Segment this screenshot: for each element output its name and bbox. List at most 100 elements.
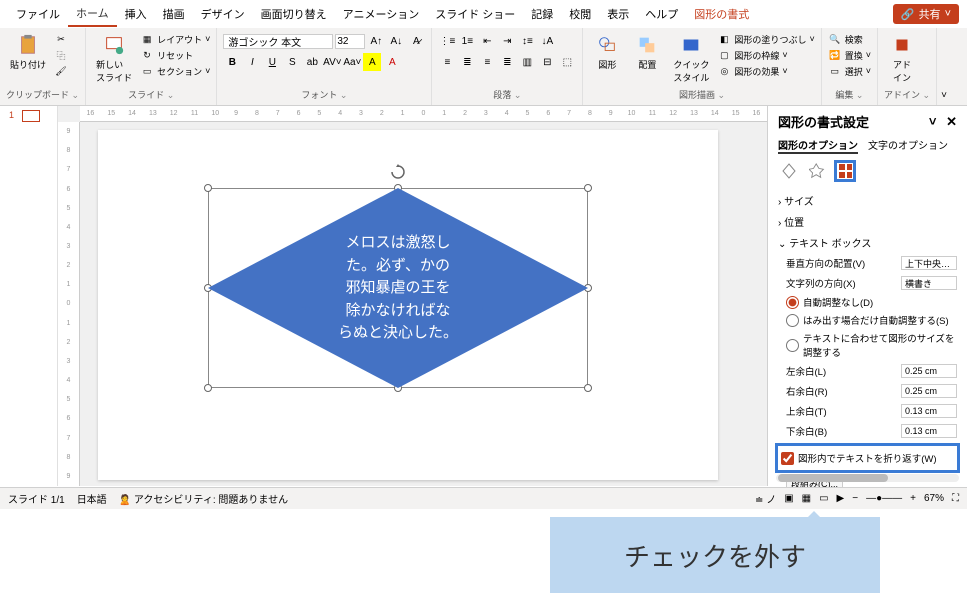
new-slide-button[interactable]: 新しい スライド	[92, 32, 136, 86]
bullets-button[interactable]: ⋮≡	[438, 32, 456, 50]
view-slideshow-button[interactable]: ▶	[837, 493, 845, 504]
italic-button[interactable]: I	[243, 53, 261, 71]
effects-icon[interactable]	[806, 160, 828, 182]
tab-draw[interactable]: 描画	[155, 2, 193, 26]
zoom-out-button[interactable]: −	[852, 493, 858, 504]
replace-button[interactable]: 🔁置換 ˅	[828, 48, 871, 62]
find-button[interactable]: 🔍検索	[828, 32, 871, 46]
autofit-shrink-radio[interactable]	[786, 314, 799, 327]
section-position[interactable]: 位置	[778, 211, 957, 232]
valign-select[interactable]	[901, 256, 957, 270]
textdir-select[interactable]	[901, 276, 957, 290]
tab-home[interactable]: ホーム	[68, 1, 117, 27]
size-props-icon[interactable]	[834, 160, 856, 182]
slide-thumbnail-1[interactable]: 1	[22, 110, 40, 122]
tab-animation[interactable]: アニメーション	[335, 2, 428, 26]
select-icon: ▭	[828, 64, 842, 78]
section-button[interactable]: ▭セクション ˅	[140, 64, 210, 78]
clear-format-button[interactable]: A̷	[407, 32, 425, 50]
align-text-button[interactable]: ⊟	[538, 53, 556, 71]
pane-dropdown-button[interactable]: ˅	[929, 114, 937, 129]
zoom-in-button[interactable]: +	[910, 493, 916, 504]
indent-inc-button[interactable]: ⇥	[498, 32, 516, 50]
paste-button[interactable]: 貼り付け	[6, 32, 50, 73]
columns-button[interactable]: ▥	[518, 53, 536, 71]
align-left-button[interactable]: ≡	[438, 53, 456, 71]
rotate-handle[interactable]	[390, 164, 406, 180]
section-textbox[interactable]: テキスト ボックス	[778, 232, 957, 253]
spacing-button[interactable]: AV˅	[323, 53, 341, 71]
bold-button[interactable]: B	[223, 53, 241, 71]
shadow-button[interactable]: ab	[303, 53, 321, 71]
align-center-button[interactable]: ≣	[458, 53, 476, 71]
autofit-resize-radio[interactable]	[786, 339, 799, 352]
strike-button[interactable]: S	[283, 53, 301, 71]
smartart-button[interactable]: ⬚	[558, 53, 576, 71]
notes-button[interactable]: ≐ ノ	[755, 491, 776, 506]
line-spacing-button[interactable]: ↕≡	[518, 32, 536, 50]
shapes-button[interactable]: 図形	[589, 32, 625, 73]
autofit-none-radio[interactable]	[786, 296, 799, 309]
shape-effects-button[interactable]: ◎図形の効果 ˅	[717, 64, 814, 78]
shape-fill-button[interactable]: ◧図形の塗りつぶし ˅	[717, 32, 814, 46]
tab-help[interactable]: ヘルプ	[637, 2, 686, 26]
numbering-button[interactable]: 1≡	[458, 32, 476, 50]
increase-font-button[interactable]: A↑	[367, 32, 385, 50]
tab-view[interactable]: 表示	[599, 2, 637, 26]
collapse-ribbon-button[interactable]: ˅	[937, 28, 951, 105]
pane-close-button[interactable]: ✕	[946, 114, 957, 129]
diamond-shape[interactable]: メロスは激怒し た。必ず、かの 邪知暴虐の王を 除かなければな らぬと決心した。	[208, 188, 588, 388]
margin-right-input[interactable]	[901, 384, 957, 398]
status-lang[interactable]: 日本語	[77, 491, 107, 506]
status-accessibility[interactable]: 🙎 アクセシビリティ: 問題ありません	[119, 491, 288, 506]
justify-button[interactable]: ≣	[498, 53, 516, 71]
tab-text-options[interactable]: 文字のオプション	[868, 137, 948, 154]
margin-left-input[interactable]	[901, 364, 957, 378]
slide-canvas[interactable]: メロスは激怒し た。必ず、かの 邪知暴虐の王を 除かなければな らぬと決心した。	[98, 130, 718, 480]
select-button[interactable]: ▭選択 ˅	[828, 64, 871, 78]
tab-slideshow[interactable]: スライド ショー	[427, 2, 523, 26]
indent-dec-button[interactable]: ⇤	[478, 32, 496, 50]
tab-insert[interactable]: 挿入	[117, 2, 155, 26]
margin-top-input[interactable]	[901, 404, 957, 418]
case-button[interactable]: Aa˅	[343, 53, 361, 71]
arrange-button[interactable]: 配置	[629, 32, 665, 73]
format-painter-button[interactable]: 🖌	[54, 64, 68, 78]
addin-button[interactable]: アド イン	[884, 32, 920, 86]
tab-design[interactable]: デザイン	[193, 2, 253, 26]
cut-button[interactable]: ✂	[54, 32, 68, 46]
font-color-button[interactable]: A	[383, 53, 401, 71]
fit-window-button[interactable]: ⛶	[952, 493, 959, 504]
tab-shape-options[interactable]: 図形のオプション	[778, 137, 858, 154]
view-normal-button[interactable]: ▣	[784, 493, 793, 504]
copy-button[interactable]: ⿻	[54, 48, 68, 62]
status-slide[interactable]: スライド 1/1	[8, 491, 65, 506]
tab-shape-format[interactable]: 図形の書式	[686, 2, 757, 26]
share-button[interactable]: 🔗共有 ˅	[893, 4, 959, 24]
highlight-button[interactable]: A	[363, 53, 381, 71]
tab-file[interactable]: ファイル	[8, 2, 68, 26]
tab-review[interactable]: 校閲	[561, 2, 599, 26]
scroll-thumb[interactable]	[778, 474, 888, 482]
decrease-font-button[interactable]: A↓	[387, 32, 405, 50]
shape-outline-button[interactable]: ▢図形の枠線 ˅	[717, 48, 814, 62]
shape-text[interactable]: メロスは激怒し た。必ず、かの 邪知暴虐の王を 除かなければな らぬと決心した。	[338, 232, 458, 345]
reset-button[interactable]: ↻リセット	[140, 48, 210, 62]
layout-button[interactable]: ▦レイアウト ˅	[140, 32, 210, 46]
zoom-level[interactable]: 67%	[924, 493, 944, 504]
tab-record[interactable]: 記録	[523, 2, 561, 26]
font-name-select[interactable]	[223, 34, 333, 49]
fill-line-icon[interactable]	[778, 160, 800, 182]
text-direction-button[interactable]: ↓A	[538, 32, 556, 50]
margin-bottom-input[interactable]	[901, 424, 957, 438]
font-size-input[interactable]	[335, 34, 365, 49]
section-size[interactable]: サイズ	[778, 190, 957, 211]
pane-scrollbar[interactable]	[776, 474, 959, 482]
wrap-text-checkbox[interactable]	[781, 452, 794, 465]
shape-selection[interactable]: メロスは激怒し た。必ず、かの 邪知暴虐の王を 除かなければな らぬと決心した。	[208, 188, 588, 388]
zoom-slider[interactable]: —●——	[866, 493, 902, 504]
quick-styles-button[interactable]: クイック スタイル	[669, 32, 713, 86]
tab-transition[interactable]: 画面切り替え	[253, 2, 335, 26]
align-right-button[interactable]: ≡	[478, 53, 496, 71]
underline-button[interactable]: U	[263, 53, 281, 71]
